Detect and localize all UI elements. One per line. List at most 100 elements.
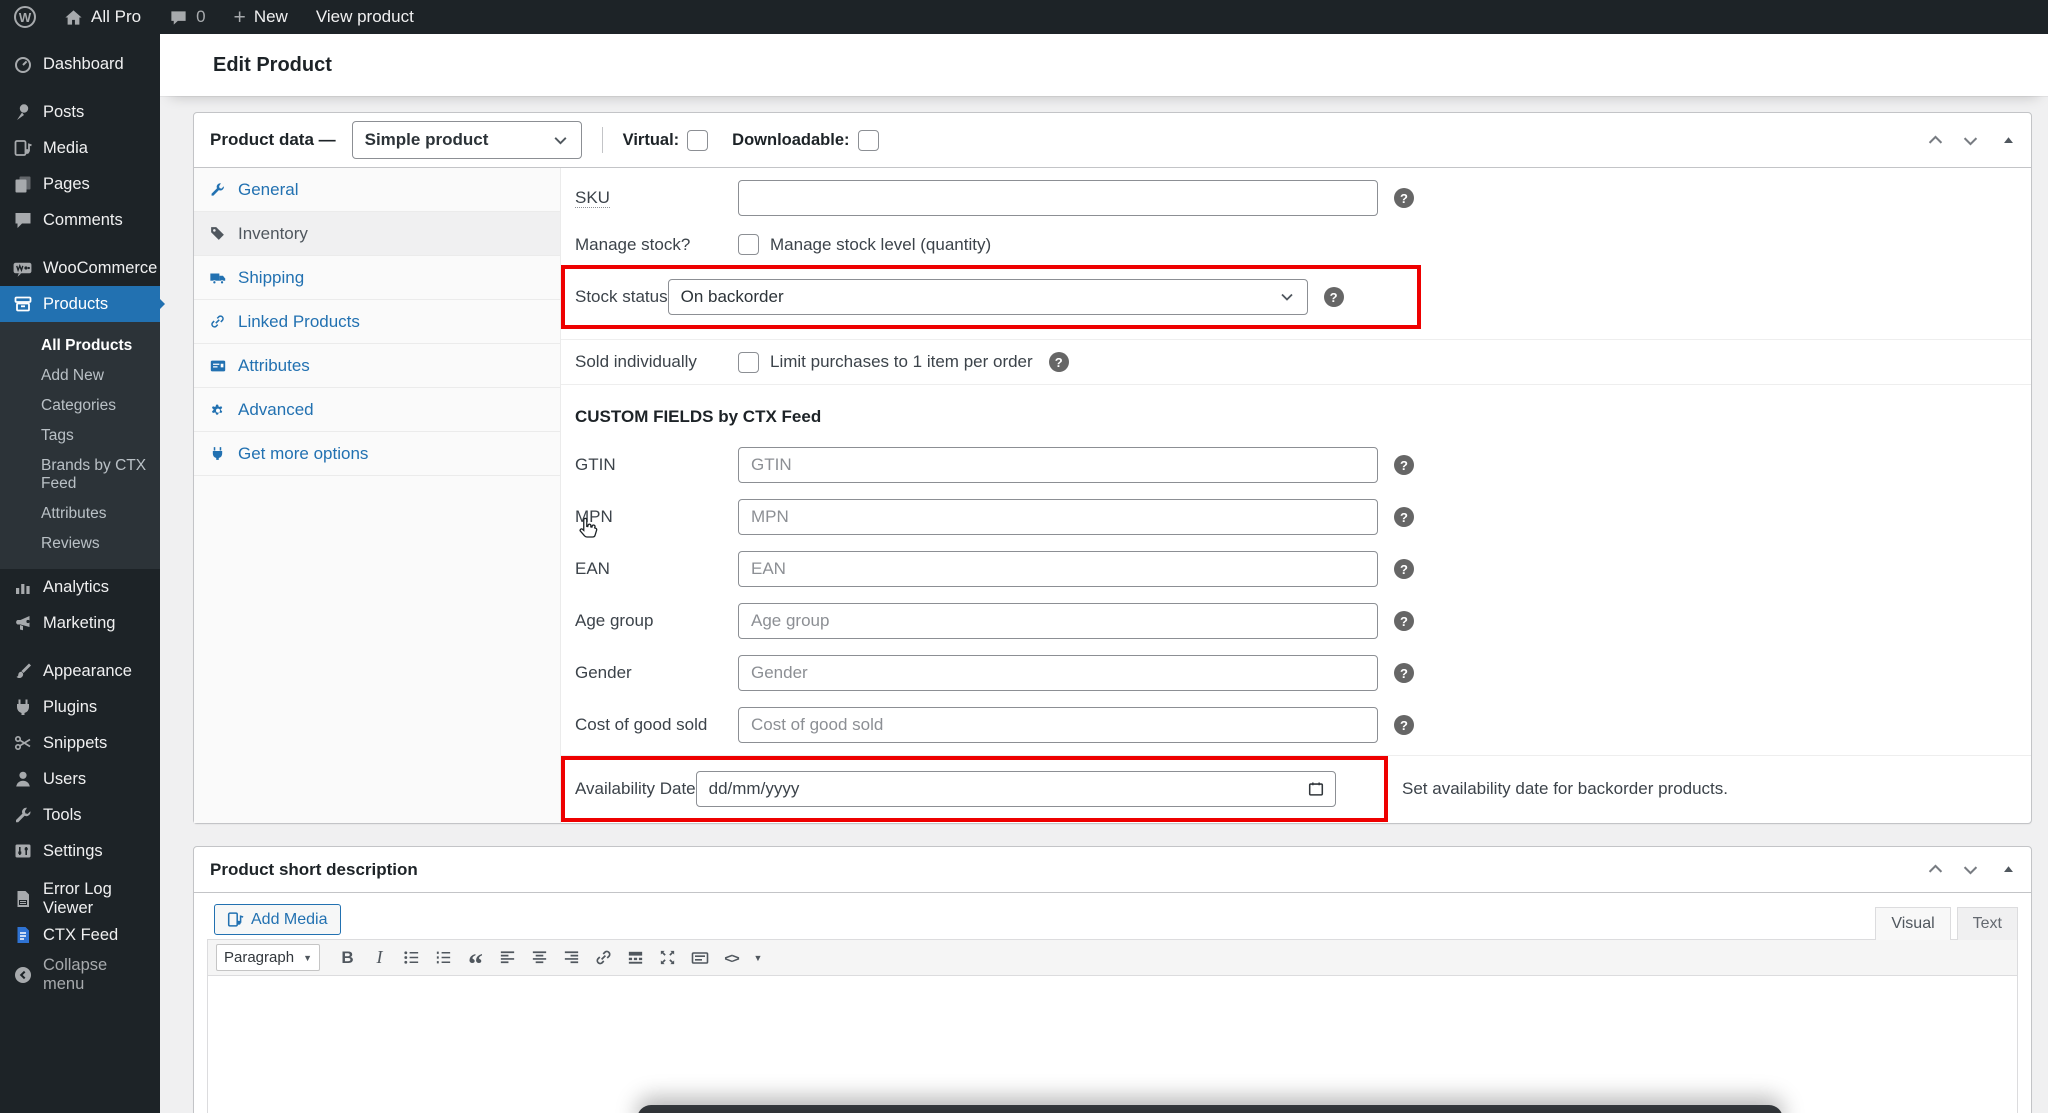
bottom-overlay xyxy=(637,1105,1783,1113)
align-left-button[interactable] xyxy=(493,944,522,971)
move-down-icon[interactable] xyxy=(1961,860,1980,879)
toggle-panel-icon[interactable] xyxy=(2002,863,2015,876)
view-product-link[interactable]: View product xyxy=(302,0,428,34)
sidebar-item-woocommerce[interactable]: WooCommerce xyxy=(0,250,160,286)
products-icon xyxy=(12,294,33,315)
new-label: New xyxy=(254,7,288,27)
add-media-button[interactable]: Add Media xyxy=(214,904,341,935)
more-options-caret[interactable]: ▼ xyxy=(749,944,767,971)
sidebar-item-comments[interactable]: Comments xyxy=(0,202,160,238)
align-right-button[interactable] xyxy=(557,944,586,971)
tab-attributes[interactable]: Attributes xyxy=(194,344,560,388)
age-group-help-icon[interactable]: ? xyxy=(1394,611,1414,631)
move-down-icon[interactable] xyxy=(1961,131,1980,150)
new-content-menu[interactable]: + New xyxy=(220,0,302,34)
cogs-label: Cost of good sold xyxy=(575,715,738,735)
sidebar-item-analytics[interactable]: Analytics xyxy=(0,569,160,605)
tab-visual[interactable]: Visual xyxy=(1875,907,1950,940)
age-group-label: Age group xyxy=(575,611,738,631)
sidebar-item-settings[interactable]: Settings xyxy=(0,833,160,869)
tab-text[interactable]: Text xyxy=(1957,907,2018,940)
bold-button[interactable]: B xyxy=(333,944,362,971)
move-up-icon[interactable] xyxy=(1926,860,1945,879)
sidebar-item-tools[interactable]: Tools xyxy=(0,797,160,833)
cogs-input[interactable] xyxy=(738,707,1378,743)
downloadable-checkbox[interactable] xyxy=(858,130,879,151)
sidebar-item-marketing[interactable]: Marketing xyxy=(0,605,160,641)
toggle-panel-icon[interactable] xyxy=(2002,134,2015,147)
move-up-icon[interactable] xyxy=(1926,131,1945,150)
sku-help-icon[interactable]: ? xyxy=(1394,188,1414,208)
tab-general[interactable]: General xyxy=(194,168,560,212)
mpn-help-icon[interactable]: ? xyxy=(1394,507,1414,527)
paragraph-value: Paragraph xyxy=(224,949,294,966)
sidebar-item-pages[interactable]: Pages xyxy=(0,166,160,202)
mpn-input[interactable] xyxy=(738,499,1378,535)
gtin-label: GTIN xyxy=(575,455,738,475)
link-button[interactable] xyxy=(589,944,618,971)
site-name-link[interactable]: All Pro xyxy=(50,0,155,34)
sidebar-item-users[interactable]: Users xyxy=(0,761,160,797)
submenu-brands-by-ctx-feed[interactable]: Brands by CTX Feed xyxy=(0,451,160,499)
paragraph-select[interactable]: Paragraph ▼ xyxy=(216,944,320,971)
age-group-input[interactable] xyxy=(738,603,1378,639)
submenu-categories[interactable]: Categories xyxy=(0,391,160,421)
tab-inventory[interactable]: Inventory xyxy=(194,212,560,256)
annotation-box-stock-status: Stock status On backorder ? xyxy=(561,265,1421,329)
gender-help-icon[interactable]: ? xyxy=(1394,663,1414,683)
fullscreen-button[interactable] xyxy=(653,944,682,971)
toolbar-toggle-button[interactable] xyxy=(685,944,714,971)
virtual-checkbox-row: Virtual: xyxy=(623,130,709,151)
ean-help-icon[interactable]: ? xyxy=(1394,559,1414,579)
sidebar-item-products[interactable]: Products xyxy=(0,286,160,322)
stock-status-help-icon[interactable]: ? xyxy=(1324,287,1344,307)
gtin-help-icon[interactable]: ? xyxy=(1394,455,1414,475)
sidebar-item-appearance[interactable]: Appearance xyxy=(0,653,160,689)
cogs-help-icon[interactable]: ? xyxy=(1394,715,1414,735)
sidebar-item-posts[interactable]: Posts xyxy=(0,94,160,130)
plus-icon: + xyxy=(234,7,246,28)
submenu-all-products[interactable]: All Products xyxy=(0,331,160,361)
virtual-checkbox[interactable] xyxy=(687,130,708,151)
editor-content[interactable] xyxy=(208,976,2017,1113)
align-center-button[interactable] xyxy=(525,944,554,971)
downloadable-checkbox-row: Downloadable: xyxy=(732,130,878,151)
gender-label: Gender xyxy=(575,663,738,683)
downloadable-label: Downloadable: xyxy=(732,131,849,150)
sidebar-item-error-log-viewer[interactable]: Error Log Viewer xyxy=(0,881,160,917)
comments-shortcut[interactable]: 0 xyxy=(155,0,219,34)
availability-date-input[interactable]: dd/mm/yyyy xyxy=(696,771,1336,807)
sold-individually-checkbox[interactable] xyxy=(738,352,759,373)
tab-advanced[interactable]: Advanced xyxy=(194,388,560,432)
blockquote-button[interactable]: “ xyxy=(461,944,490,971)
product-type-select[interactable]: Simple product xyxy=(352,121,582,159)
italic-button[interactable]: I xyxy=(365,944,394,971)
collapse-menu-button[interactable]: Collapse menu xyxy=(0,957,160,993)
submenu-tags[interactable]: Tags xyxy=(0,421,160,451)
read-more-button[interactable] xyxy=(621,944,650,971)
ean-input[interactable] xyxy=(738,551,1378,587)
sidebar-item-ctx-feed[interactable]: CTX Feed xyxy=(0,917,160,953)
sold-individually-help-icon[interactable]: ? xyxy=(1049,352,1069,372)
wp-logo-menu[interactable]: W xyxy=(0,0,50,34)
sidebar-item-snippets[interactable]: Snippets xyxy=(0,725,160,761)
bulleted-list-button[interactable] xyxy=(397,944,426,971)
numbered-list-button[interactable] xyxy=(429,944,458,971)
manage-stock-checkbox[interactable] xyxy=(738,234,759,255)
tab-linked-products[interactable]: Linked Products xyxy=(194,300,560,344)
submenu-attributes[interactable]: Attributes xyxy=(0,499,160,529)
tab-shipping[interactable]: Shipping xyxy=(194,256,560,300)
submenu-reviews[interactable]: Reviews xyxy=(0,529,160,559)
ean-label: EAN xyxy=(575,559,738,579)
sidebar-item-plugins[interactable]: Plugins xyxy=(0,689,160,725)
sku-input[interactable] xyxy=(738,180,1378,216)
tab-get-more-options[interactable]: Get more options xyxy=(194,432,560,476)
gtin-input[interactable] xyxy=(738,447,1378,483)
submenu-add-new[interactable]: Add New xyxy=(0,361,160,391)
code-button[interactable]: <> xyxy=(717,944,746,971)
calendar-icon[interactable] xyxy=(1307,780,1325,798)
stock-status-select[interactable]: On backorder xyxy=(668,279,1308,315)
sidebar-item-media[interactable]: Media xyxy=(0,130,160,166)
gender-input[interactable] xyxy=(738,655,1378,691)
sidebar-item-dashboard[interactable]: Dashboard xyxy=(0,46,160,82)
